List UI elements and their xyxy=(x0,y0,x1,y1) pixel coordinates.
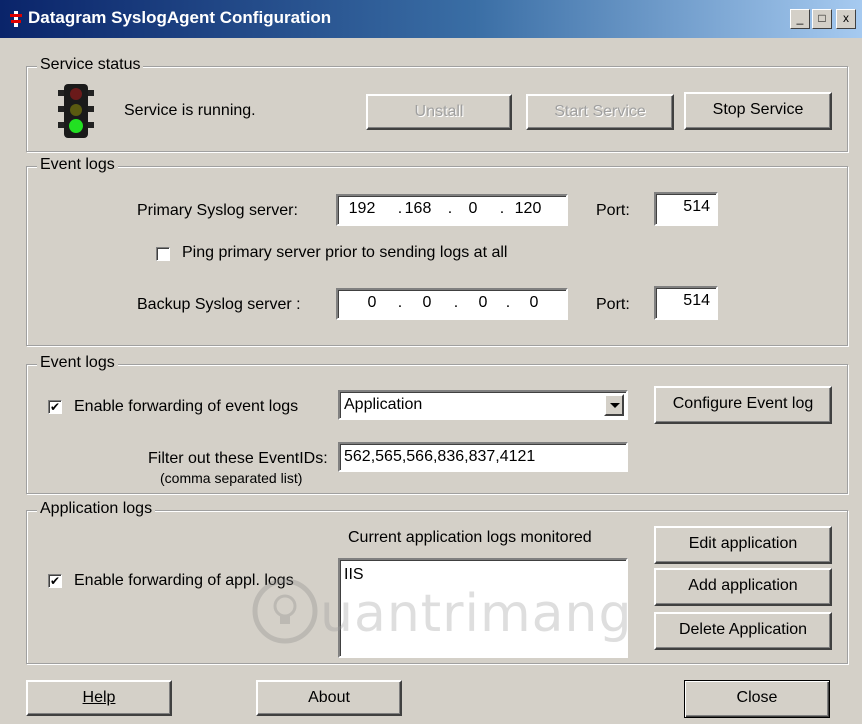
enable-event-forwarding-checkbox[interactable]: ✔ xyxy=(48,400,62,414)
enable-app-forwarding-label: Enable forwarding of appl. logs xyxy=(74,572,294,589)
primary-server-label: Primary Syslog server: xyxy=(137,202,298,219)
ip-dot: . xyxy=(447,200,453,217)
stop-service-button[interactable]: Stop Service xyxy=(684,92,832,130)
uninstall-button-label: Unstall xyxy=(414,103,464,120)
service-status-text: Service is running. xyxy=(124,102,256,119)
primary-ip-octet-2[interactable]: 168 xyxy=(400,200,436,218)
maximize-button[interactable]: □ xyxy=(812,9,832,29)
help-button[interactable]: Help xyxy=(26,680,172,716)
backup-ip-octet-2[interactable]: 0 xyxy=(409,294,445,312)
add-application-button-label: Add application xyxy=(688,577,798,594)
app-logs-list[interactable]: IIS xyxy=(338,558,628,658)
uninstall-button[interactable]: Unstall xyxy=(366,94,512,130)
ping-primary-checkbox[interactable] xyxy=(156,247,170,261)
delete-application-button-label: Delete Application xyxy=(678,621,808,638)
event-log-select[interactable]: Application xyxy=(338,390,628,420)
window-title: Datagram SyslogAgent Configuration xyxy=(28,8,332,27)
start-service-button-label: Start Service xyxy=(554,103,646,120)
event-logs-forwarding-group: Event logs xyxy=(26,354,848,494)
primary-ip-octet-3[interactable]: 0 xyxy=(455,200,491,218)
filter-eventids-value: 562,565,566,836,837,4121 xyxy=(344,448,536,465)
app-logs-list-item[interactable]: IIS xyxy=(344,566,626,584)
primary-server-ip-field[interactable]: 192 . 168 . 0 . 120 xyxy=(336,194,568,226)
configure-event-log-button[interactable]: Configure Event log xyxy=(654,386,832,424)
primary-port-value: 514 xyxy=(683,198,710,215)
ip-dot: . xyxy=(499,200,505,217)
filter-eventids-input[interactable]: 562,565,566,836,837,4121 xyxy=(338,442,628,472)
enable-event-forwarding-label: Enable forwarding of event logs xyxy=(74,398,299,415)
stop-service-button-label: Stop Service xyxy=(712,101,804,118)
event-logs-servers-legend: Event logs xyxy=(37,156,118,174)
chevron-down-icon[interactable] xyxy=(604,394,624,416)
backup-port-value: 514 xyxy=(683,292,710,309)
delete-application-button[interactable]: Delete Application xyxy=(654,612,832,650)
backup-port-field[interactable]: 514 xyxy=(654,286,718,320)
filter-eventids-sublabel: (comma separated list) xyxy=(160,470,303,486)
ip-dot: . xyxy=(397,294,403,311)
backup-server-label: Backup Syslog server : xyxy=(137,296,301,313)
about-button[interactable]: About xyxy=(256,680,402,716)
app-list-heading: Current application logs monitored xyxy=(348,529,592,546)
primary-ip-octet-1[interactable]: 192 xyxy=(344,200,380,218)
backup-ip-octet-3[interactable]: 0 xyxy=(465,294,501,312)
primary-port-label: Port: xyxy=(596,202,630,219)
close-button[interactable]: Close xyxy=(684,680,830,718)
backup-port-label: Port: xyxy=(596,296,630,313)
close-window-button[interactable]: x xyxy=(836,9,856,29)
primary-port-field[interactable]: 514 xyxy=(654,192,718,226)
filter-eventids-label: Filter out these EventIDs: xyxy=(148,450,328,467)
ip-dot: . xyxy=(453,294,459,311)
backup-ip-octet-1[interactable]: 0 xyxy=(354,294,390,312)
edit-application-button[interactable]: Edit application xyxy=(654,526,832,564)
edit-application-button-label: Edit application xyxy=(688,535,798,552)
check-mark-icon: ✔ xyxy=(49,400,61,414)
help-button-label: Help xyxy=(82,689,116,706)
service-status-legend: Service status xyxy=(37,56,144,74)
start-service-button[interactable]: Start Service xyxy=(526,94,674,130)
ping-primary-label: Ping primary server prior to sending log… xyxy=(182,244,508,261)
title-bar[interactable]: Datagram SyslogAgent Configuration _ □ x xyxy=(0,0,862,38)
backup-server-ip-field[interactable]: 0 . 0 . 0 . 0 xyxy=(336,288,568,320)
configure-event-log-button-label: Configure Event log xyxy=(672,395,814,412)
add-application-button[interactable]: Add application xyxy=(654,568,832,606)
close-button-label: Close xyxy=(736,689,778,706)
backup-ip-octet-4[interactable]: 0 xyxy=(516,294,552,312)
enable-app-forwarding-checkbox[interactable]: ✔ xyxy=(48,574,62,588)
event-logs-forwarding-legend: Event logs xyxy=(37,354,118,372)
minimize-button[interactable]: _ xyxy=(790,9,810,29)
app-icon xyxy=(10,11,22,27)
primary-ip-octet-4[interactable]: 120 xyxy=(510,200,546,218)
ip-dot: . xyxy=(505,294,511,311)
check-mark-icon: ✔ xyxy=(49,574,61,588)
traffic-light-icon xyxy=(58,84,94,138)
application-logs-legend: Application logs xyxy=(37,500,156,518)
event-log-select-value: Application xyxy=(344,396,423,413)
about-button-label: About xyxy=(308,689,350,706)
